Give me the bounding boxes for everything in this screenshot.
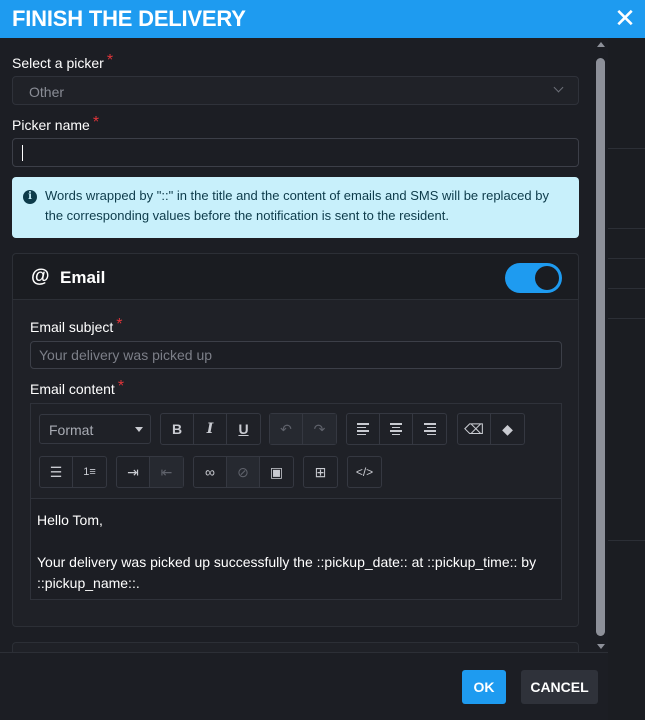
bold-button[interactable]: B [161,414,194,444]
dialog-title: FINISH THE DELIVERY [12,6,246,31]
info-alert: i Words wrapped by "::" in the title and… [12,177,579,238]
ok-button[interactable]: OK [462,670,506,704]
email-subject-label: Email subject * [30,316,123,337]
table-group: ⊞ [303,456,338,488]
email-card-header: @ Email [13,254,578,300]
picker-select[interactable]: Other [12,76,579,105]
required-mark: * [92,114,100,131]
email-content-label-text: Email content [30,381,115,397]
outdent-icon[interactable]: ⇤ [150,457,183,487]
editor-toolbar: Format B I U ↶ ↷ ⌫ ◆ ☰ 1≡ ⇥ ⇤ ∞ ⊘ ▣ ⊞ </… [31,404,561,499]
dialog-footer: OK CANCEL [0,652,608,720]
at-icon: @ [31,266,50,287]
sms-card [12,642,579,652]
background-divider [608,148,645,149]
eraser-icon[interactable]: ◆ [491,414,524,444]
background-divider [608,318,645,319]
scroll-down-icon[interactable] [597,644,605,649]
picker-select-value: Other [29,84,65,100]
required-mark: * [117,378,125,395]
undo-icon[interactable]: ↶ [270,414,303,444]
alignment-group [346,413,447,445]
format-select-label: Format [49,422,94,438]
scroll-area: Select a picker * Other Picker name * i Wo… [0,38,594,652]
toggle-knob [535,266,559,290]
email-card-title: Email [60,268,106,287]
redo-icon[interactable]: ↷ [303,414,336,444]
email-card: @ Email Email subject* Email content* Fo… [12,253,579,627]
picker-name-label: Picker name * [12,114,100,135]
align-center-icon[interactable] [380,414,413,444]
italic-button[interactable]: I [194,414,227,444]
caret-down-icon [135,427,143,432]
format-select[interactable]: Format [39,414,151,444]
link-icon[interactable]: ∞ [194,457,227,487]
picker-label-text: Select a picker [12,55,104,71]
scrollbar[interactable] [594,38,608,652]
background-divider [608,228,645,229]
scroll-up-icon[interactable] [597,42,605,47]
close-icon[interactable]: ✕ [613,5,637,31]
email-subject-input[interactable] [30,341,562,369]
email-toggle[interactable] [505,263,562,293]
dialog-body: Select a picker * Other Picker name * i Wo… [0,38,608,720]
image-icon[interactable]: ▣ [260,457,293,487]
content-line [37,531,552,552]
background-app [608,38,645,720]
table-icon[interactable]: ⊞ [304,457,337,487]
picker-label: Select a picker * [12,52,114,73]
align-right-icon[interactable] [413,414,446,444]
indent-icon[interactable]: ⇥ [117,457,150,487]
background-divider [608,258,645,259]
info-icon: i [23,190,37,204]
email-content-editor: Format B I U ↶ ↷ ⌫ ◆ ☰ 1≡ ⇥ ⇤ ∞ ⊘ ▣ ⊞ </… [30,403,562,600]
content-line: Your delivery was picked up successfully… [37,554,537,591]
list-group: ☰ 1≡ [39,456,107,488]
scroll-thumb[interactable] [596,58,605,636]
numbered-list-icon[interactable]: 1≡ [73,457,106,487]
underline-button[interactable]: U [227,414,260,444]
indent-group: ⇥ ⇤ [116,456,184,488]
background-divider [608,540,645,541]
required-mark: * [106,52,114,69]
align-left-icon[interactable] [347,414,380,444]
insert-group: ∞ ⊘ ▣ [193,456,294,488]
history-group: ↶ ↷ [269,413,337,445]
dialog-header: FINISH THE DELIVERY ✕ [0,0,645,38]
chevron-down-icon [553,82,564,93]
text-style-group: B I U [160,413,261,445]
cancel-button[interactable]: CANCEL [521,670,598,704]
email-content-body[interactable]: Hello Tom, Your delivery was picked up s… [37,510,552,594]
email-subject-label-text: Email subject [30,319,114,335]
picker-name-input[interactable] [12,138,579,167]
required-mark: * [116,316,123,333]
picker-name-label-text: Picker name [12,117,90,133]
background-divider [608,288,645,289]
bullet-list-icon[interactable]: ☰ [40,457,73,487]
unlink-icon[interactable]: ⊘ [227,457,260,487]
source-code-icon[interactable]: </> [348,457,381,487]
source-group: </> [347,456,382,488]
info-text: Words wrapped by "::" in the title and t… [45,188,549,223]
content-line: Hello Tom, [37,512,103,528]
clean-group: ⌫ ◆ [457,413,525,445]
clear-format-icon[interactable]: ⌫ [458,414,491,444]
text-caret [22,145,23,161]
email-content-label: Email content * [30,378,125,399]
